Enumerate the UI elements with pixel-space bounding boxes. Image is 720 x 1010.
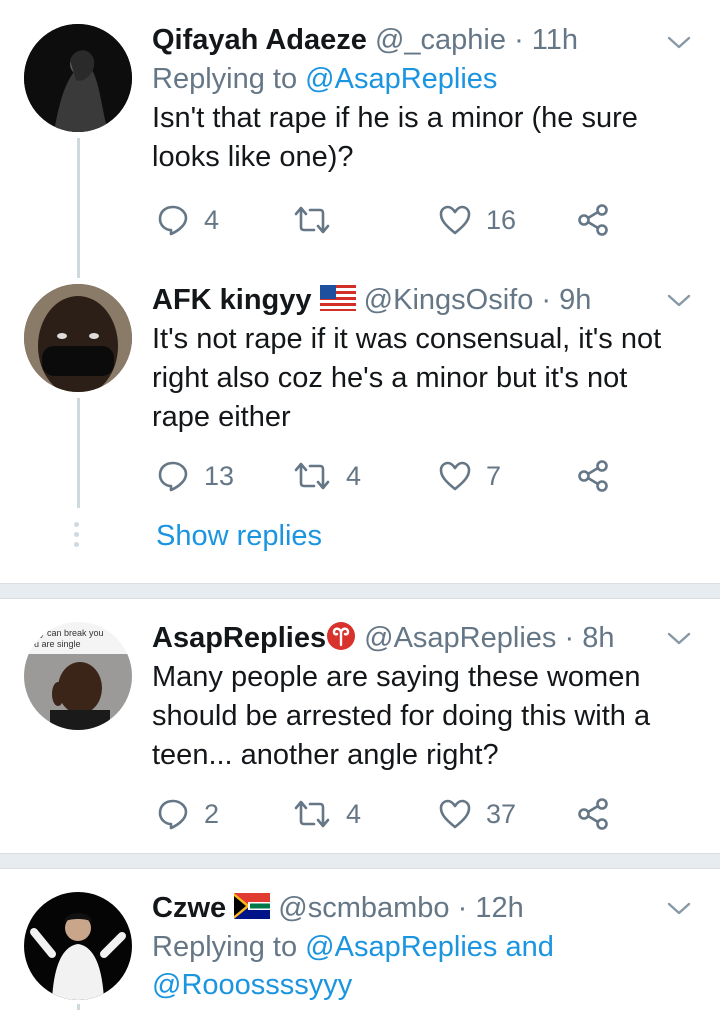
tweet-text: It's not rape if it was consensual, it's… (152, 320, 680, 437)
reply-icon (158, 205, 188, 236)
chevron-down-icon[interactable] (666, 30, 692, 56)
heart-icon (439, 461, 471, 491)
retweet-button[interactable] (292, 198, 346, 242)
aries-icon (327, 622, 356, 651)
za-flag-icon (234, 893, 271, 920)
like-button[interactable]: 16 (438, 198, 516, 242)
avatar-image (24, 284, 132, 392)
retweet-icon (294, 462, 330, 490)
author-handle[interactable]: @scmbambo (278, 892, 449, 924)
thread-line (77, 1004, 80, 1010)
thread-line (77, 138, 80, 278)
tweet-text-line: teen... another angle right? (152, 739, 499, 771)
tweet-text-line: should be arrested for doing this with a (152, 700, 651, 732)
avatar-caption: y can break you (40, 628, 104, 638)
chevron-down-icon[interactable] (666, 896, 692, 922)
avatar[interactable] (24, 892, 132, 1000)
reply-count: 2 (204, 798, 220, 829)
tweet-text-line: It's not rape if it was consensual, it's… (152, 323, 662, 355)
reply-button[interactable]: 13 (156, 454, 234, 498)
more-replies-dots (74, 522, 79, 552)
reply-to-link[interactable]: @AsapReplies and (305, 931, 554, 963)
author-name[interactable]: Qifayah Adaeze (152, 24, 367, 56)
avatar-caption: u are single (34, 639, 81, 649)
timestamp[interactable]: 9h (559, 284, 591, 316)
us-flag-icon (319, 285, 356, 312)
tweet-text-line: Many people are saying these women (152, 661, 641, 693)
like-count: 7 (486, 460, 502, 491)
avatar-image (24, 892, 132, 1000)
avatar[interactable] (24, 284, 132, 392)
retweet-icon (294, 800, 330, 828)
heart-icon (439, 205, 471, 235)
tweet-text-line: right also coz he's a minor but it's not (152, 362, 628, 394)
tweet-text-line: rape either (152, 401, 291, 433)
share-icon (578, 460, 608, 492)
separator-dot: · (541, 284, 552, 316)
author-handle[interactable]: @KingsOsifo (364, 284, 534, 316)
avatar-image: y can break you u are single (24, 622, 132, 730)
retweet-button[interactable]: 4 (292, 454, 361, 498)
author-name[interactable]: AsapReplies (152, 622, 326, 654)
replying-to: Replying to @AsapReplies (152, 60, 680, 98)
heart-icon (439, 799, 471, 829)
share-button[interactable] (576, 792, 610, 836)
thread-line (77, 398, 80, 508)
author-handle[interactable]: @_caphie (375, 24, 506, 56)
reply-icon (158, 799, 188, 830)
share-icon (578, 798, 608, 830)
avatar-image (24, 24, 132, 132)
avatar[interactable]: y can break you u are single (24, 622, 132, 730)
retweet-count: 4 (346, 460, 362, 491)
like-button[interactable]: 7 (438, 454, 501, 498)
show-replies-link[interactable]: Show replies (156, 520, 322, 553)
separator-dot: · (514, 24, 524, 56)
separator-dot: · (457, 892, 468, 924)
timestamp[interactable]: 12h (475, 892, 523, 924)
tweet-text-line: looks like one)? (152, 141, 354, 173)
replying-to: Replying to @AsapReplies and (152, 928, 680, 966)
reply-to-link[interactable]: @AsapReplies (305, 63, 497, 95)
chevron-down-icon[interactable] (666, 288, 692, 314)
author-name[interactable]: Czwe (152, 892, 226, 924)
timestamp[interactable]: 11h (532, 24, 578, 56)
share-icon (578, 204, 608, 236)
reply-icon (158, 461, 188, 492)
author-handle[interactable]: @AsapReplies (364, 622, 556, 654)
tweet-text: Isn't that rape if he is a minor (he sur… (152, 99, 680, 177)
reply-count: 4 (204, 204, 220, 235)
share-button[interactable] (576, 198, 610, 242)
tweet-text-line: Isn't that rape if he is a minor (he sur… (152, 102, 638, 134)
replying-to-label: Replying to (152, 931, 306, 963)
timestamp[interactable]: 8h (582, 622, 614, 654)
replying-to-label: Replying to (152, 63, 306, 95)
tweet-text: Many people are saying these women shoul… (152, 658, 680, 775)
section-separator (0, 583, 720, 599)
separator-dot: · (564, 622, 575, 654)
share-button[interactable] (576, 454, 610, 498)
chevron-down-icon[interactable] (666, 626, 692, 652)
section-separator (0, 853, 720, 869)
retweet-button[interactable]: 4 (292, 792, 361, 836)
like-button[interactable]: 37 (438, 792, 516, 836)
reply-to-link[interactable]: @Rooossssyyy (152, 969, 352, 1001)
retweet-count: 4 (346, 798, 362, 829)
like-count: 37 (486, 798, 517, 829)
reply-button[interactable]: 4 (156, 198, 219, 242)
reply-count: 13 (204, 460, 235, 491)
like-count: 16 (486, 204, 517, 235)
retweet-icon (294, 206, 330, 234)
reply-button[interactable]: 2 (156, 792, 219, 836)
author-name[interactable]: AFK kingyy (152, 284, 312, 316)
avatar[interactable] (24, 24, 132, 132)
